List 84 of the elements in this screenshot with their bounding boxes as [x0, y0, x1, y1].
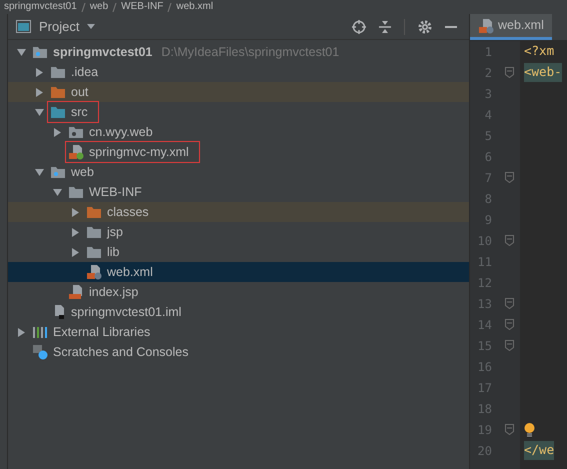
scratches-icon: [32, 344, 48, 360]
folder-icon: [86, 245, 102, 259]
lightbulb-icon[interactable]: [524, 422, 535, 436]
tree-item[interactable]: index.jsp: [8, 282, 469, 302]
tree-item[interactable]: springmvc-my.xml: [8, 142, 469, 162]
item-name: .idea: [71, 64, 98, 81]
item-name: springmvctest01.iml: [71, 304, 182, 321]
editor-tab[interactable]: web.xml: [470, 14, 552, 40]
fold-marker-icon[interactable]: [505, 235, 514, 246]
tree-item[interactable]: .idea: [8, 62, 469, 82]
package-folder-icon: [68, 125, 84, 139]
item-name: springmvctest01: [53, 44, 152, 61]
item-name: cn.wyy.web: [89, 124, 153, 141]
expanded-arrow-icon[interactable]: [34, 108, 44, 116]
folder-icon: [50, 105, 66, 119]
fold-marker-icon[interactable]: [505, 319, 514, 330]
folder-icon: [86, 225, 102, 239]
caret-icon: [87, 24, 96, 29]
tree-item[interactable]: web: [8, 162, 469, 182]
breadcrumb[interactable]: web.xml: [176, 2, 214, 12]
tree-item[interactable]: Scratches and Consoles: [8, 342, 469, 362]
collapsed-arrow-icon[interactable]: [34, 68, 44, 76]
tree-item[interactable]: src: [8, 102, 469, 122]
collapsed-arrow-icon[interactable]: [52, 128, 62, 136]
tree-item[interactable]: web.xml: [8, 262, 469, 282]
tree-item[interactable]: jsp: [8, 222, 469, 242]
fold-marker-icon[interactable]: [505, 298, 514, 309]
collapsed-arrow-icon[interactable]: [70, 208, 80, 216]
collapsed-arrow-icon[interactable]: [70, 248, 80, 256]
module-folder-icon: [32, 45, 48, 59]
item-name: index.jsp: [89, 284, 138, 301]
item-name: External Libraries: [53, 324, 150, 341]
collapse-all-icon[interactable]: [379, 20, 391, 34]
tree-item[interactable]: lib: [8, 242, 469, 262]
collapsed-arrow-icon[interactable]: [70, 228, 80, 236]
fold-marker-icon[interactable]: [505, 172, 514, 183]
tree-item[interactable]: out: [8, 82, 469, 102]
item-name: web: [71, 164, 94, 181]
separator-icon: [112, 2, 118, 12]
collapsed-arrow-icon[interactable]: [34, 88, 44, 96]
tree-item[interactable]: springmvctest01 D:\MyIdeaFiles\springmvctest01: [8, 42, 469, 62]
web-folder-icon: [50, 165, 66, 179]
tree-item[interactable]: springmvctest01.iml: [8, 302, 469, 322]
breadcrumb[interactable]: web: [90, 2, 108, 12]
item-name: web.xml: [107, 264, 153, 281]
tree-item[interactable]: WEB-INF: [8, 182, 469, 202]
breadcrumb[interactable]: springmvctest01: [4, 2, 77, 12]
fold-marker-icon[interactable]: [505, 67, 514, 78]
item-name: lib: [107, 244, 120, 261]
tree-item[interactable]: cn.wyy.web: [8, 122, 469, 142]
minimize-icon[interactable]: [445, 26, 457, 28]
expanded-arrow-icon[interactable]: [34, 168, 44, 176]
collapsed-arrow-icon[interactable]: [16, 328, 26, 336]
fold-marker-icon[interactable]: [505, 340, 514, 351]
jsp-file-icon: [68, 284, 84, 300]
folder-icon: [50, 65, 66, 79]
item-name: Scratches and Consoles: [53, 344, 188, 361]
item-path: D:\MyIdeaFiles\springmvctest01: [161, 44, 340, 61]
code-line: <?xm: [524, 42, 554, 60]
item-name: classes: [107, 204, 149, 221]
item-name: springmvc-my.xml: [89, 144, 189, 161]
xml-file-icon: [86, 264, 102, 280]
project-view-dropdown[interactable]: Project: [16, 16, 96, 36]
breadcrumb[interactable]: WEB-INF: [121, 2, 164, 12]
settings-icon[interactable]: [418, 20, 432, 34]
xml-file-icon: [478, 18, 494, 34]
expanded-arrow-icon[interactable]: [52, 188, 62, 196]
item-name: WEB-INF: [89, 184, 142, 201]
tree-item[interactable]: classes: [8, 202, 469, 222]
item-name: out: [71, 84, 88, 101]
xml-file-icon: [68, 144, 84, 160]
window-icon: [16, 20, 31, 33]
fold-marker-icon[interactable]: [505, 424, 514, 435]
separator-icon: [167, 2, 172, 12]
folder-icon: [50, 85, 66, 99]
item-name: src: [71, 104, 88, 121]
separator-icon: [80, 2, 86, 12]
expanded-arrow-icon[interactable]: [16, 48, 26, 56]
folder-icon: [86, 205, 102, 219]
locate-icon[interactable]: [352, 20, 366, 34]
folder-icon: [68, 185, 84, 199]
item-name: jsp: [107, 224, 123, 241]
libraries-icon: [32, 325, 48, 339]
tree-item[interactable]: External Libraries: [8, 322, 469, 342]
